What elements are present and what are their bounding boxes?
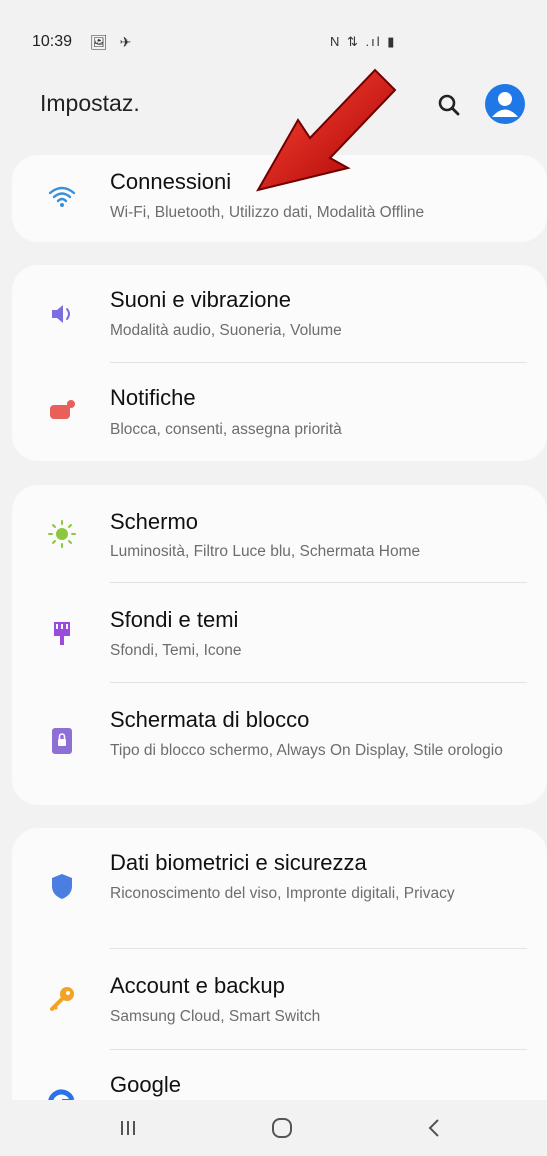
settings-item-lock-screen[interactable]: Schermata di blocco Tipo di blocco scher… [12,683,547,805]
sound-icon [52,305,70,323]
recents-icon [121,1121,135,1135]
brightness-icon [48,520,76,548]
brush-icon [54,622,70,645]
home-button[interactable] [262,1112,302,1144]
item-title: Google [110,1072,181,1097]
settings-item-sounds[interactable]: Suoni e vibrazione Modalità audio, Suone… [12,265,547,363]
navigation-bar [0,1100,547,1156]
item-subtitle: Luminosità, Filtro Luce blu, Schermata H… [110,543,421,560]
settings-item-biometrics[interactable]: Dati biometrici e sicurezza Riconoscimen… [12,828,547,948]
settings-item-wallpapers[interactable]: Sfondi e temi Sfondi, Temi, Icone [12,583,547,683]
item-title: Sfondi e temi [110,607,239,632]
item-title: Schermata di blocco [110,707,310,732]
item-subtitle: Wi-Fi, Bluetooth, Utilizzo dati, Modalit… [110,204,425,221]
wifi-icon [48,186,76,207]
settings-group-display: Schermo Luminosità, Filtro Luce blu, Sch… [12,485,547,805]
status-time: 10:39 [32,33,73,50]
home-icon [272,1118,292,1138]
status-bar: 10:39 🖼 ✈ N ⇅ .ıl ▮ [0,0,547,70]
settings-group-security: Dati biometrici e sicurezza Riconoscimen… [12,828,547,1100]
back-button[interactable] [414,1112,454,1144]
key-icon [50,987,74,1011]
item-title: Notifiche [110,385,196,410]
item-title: Suoni e vibrazione [110,287,292,312]
settings-item-accounts[interactable]: Account e backup Samsung Cloud, Smart Sw… [12,949,547,1049]
back-icon [428,1119,439,1137]
system-status-icons: N ⇅ .ıl ▮ [330,34,397,49]
lock-icon [52,728,72,754]
settings-item-connections[interactable]: Connessioni Wi-Fi, Bluetooth, Utilizzo d… [12,155,547,242]
page-title: Impostaz. [40,90,140,116]
item-subtitle: Tipo di blocco schermo, Always On Displa… [110,742,503,759]
notification-status-icons: 🖼 ✈ [90,34,136,50]
item-subtitle: Sfondi, Temi, Icone [110,642,242,659]
profile-button[interactable] [485,84,525,124]
item-subtitle: Blocca, consenti, assegna priorità [110,421,342,438]
search-button[interactable] [432,88,466,122]
profile-icon [492,92,518,117]
item-title: Account e backup [110,973,285,998]
shield-icon [52,874,72,899]
settings-item-google[interactable]: Google [12,1050,547,1100]
item-title: Schermo [110,509,199,534]
google-icon [48,1089,75,1100]
item-subtitle: Riconoscimento del viso, Impronte digita… [110,885,455,902]
notification-icon [50,400,75,419]
search-icon [438,94,460,116]
recents-button[interactable] [108,1112,148,1144]
settings-group-connections: Connessioni Wi-Fi, Bluetooth, Utilizzo d… [12,155,547,242]
item-subtitle: Samsung Cloud, Smart Switch [110,1008,321,1025]
item-subtitle: Modalità audio, Suoneria, Volume [110,322,342,339]
item-title: Dati biometrici e sicurezza [110,850,367,875]
settings-item-notifications[interactable]: Notifiche Blocca, consenti, assegna prio… [12,363,547,461]
settings-item-display[interactable]: Schermo Luminosità, Filtro Luce blu, Sch… [12,485,547,583]
header: Impostaz. [0,70,547,140]
settings-group-sound-notifications: Suoni e vibrazione Modalità audio, Suone… [12,265,547,461]
item-title: Connessioni [110,169,232,194]
